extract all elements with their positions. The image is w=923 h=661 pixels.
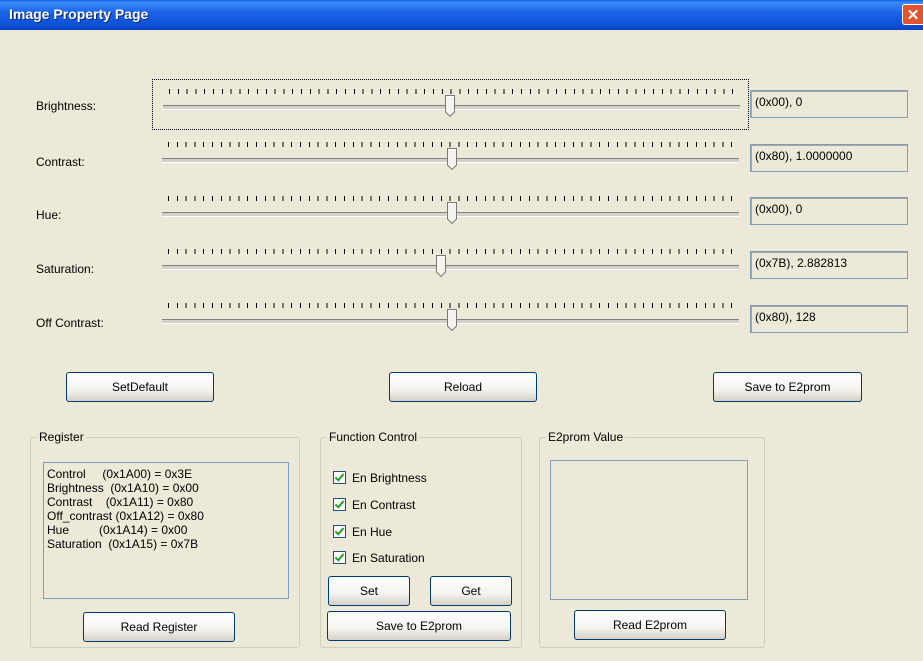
- checkbox-checked-icon: [333, 551, 346, 564]
- slider-ticks: [168, 303, 732, 308]
- slider-ticks: [168, 249, 732, 254]
- close-icon: ✕: [906, 7, 920, 24]
- save-to-e2prom-button[interactable]: Save to E2prom: [713, 372, 862, 402]
- read-register-button[interactable]: Read Register: [83, 612, 235, 642]
- hue-value: (0x00), 0: [750, 197, 908, 225]
- checkbox-checked-icon: [333, 471, 346, 484]
- checkbox-label: En Brightness: [352, 471, 427, 485]
- e2prom-value-title: E2prom Value: [546, 430, 626, 444]
- hue-label: Hue:: [36, 208, 62, 222]
- set-default-button[interactable]: SetDefault: [66, 372, 214, 402]
- register-line: Contrast (0x1A11) = 0x80: [47, 495, 194, 509]
- e2prom-value-group: E2prom Value Read E2prom: [539, 430, 765, 648]
- contrast-value: (0x80), 1.0000000: [750, 144, 908, 172]
- off-contrast-value: (0x80), 128: [750, 305, 908, 333]
- checkbox-label: En Hue: [352, 525, 393, 539]
- get-button[interactable]: Get: [430, 576, 512, 606]
- en-brightness-checkbox[interactable]: En Brightness: [333, 471, 427, 485]
- saturation-slider[interactable]: [152, 240, 749, 291]
- en-hue-checkbox[interactable]: En Hue: [333, 525, 392, 539]
- read-e2prom-button[interactable]: Read E2prom: [574, 610, 726, 640]
- brightness-slider[interactable]: [152, 79, 749, 130]
- register-line: Saturation (0x1A15) = 0x7B: [47, 537, 199, 551]
- contrast-slider[interactable]: [152, 133, 749, 184]
- slider-track: [162, 265, 739, 270]
- window-title: Image Property Page: [9, 6, 149, 22]
- off-contrast-label: Off Contrast:: [36, 316, 104, 330]
- register-group: Register Control (0x1A00) = 0x3E Brightn…: [30, 430, 300, 648]
- function-control-title: Function Control: [327, 430, 420, 444]
- en-contrast-checkbox[interactable]: En Contrast: [333, 498, 415, 512]
- close-button[interactable]: ✕: [902, 4, 923, 25]
- hue-slider[interactable]: [152, 187, 749, 238]
- slider-ticks: [168, 142, 732, 147]
- slider-thumb[interactable]: [445, 95, 455, 117]
- off-contrast-slider[interactable]: [152, 294, 749, 345]
- slider-thumb[interactable]: [447, 202, 457, 224]
- slider-thumb[interactable]: [447, 309, 457, 331]
- en-saturation-checkbox[interactable]: En Saturation: [333, 551, 425, 565]
- set-button[interactable]: Set: [328, 576, 410, 606]
- register-group-title: Register: [37, 430, 86, 444]
- contrast-label: Contrast:: [36, 155, 85, 169]
- register-line: Control (0x1A00) = 0x3E: [47, 467, 193, 481]
- checkbox-checked-icon: [333, 525, 346, 538]
- slider-ticks: [168, 196, 732, 201]
- saturation-value: (0x7B), 2.882813: [750, 251, 908, 279]
- slider-thumb[interactable]: [447, 148, 457, 170]
- slider-ticks: [169, 89, 733, 94]
- brightness-label: Brightness:: [36, 99, 97, 113]
- save-to-e2prom-small-button[interactable]: Save to E2prom: [327, 611, 511, 641]
- register-list[interactable]: Control (0x1A00) = 0x3E Brightness (0x1A…: [43, 462, 289, 599]
- e2prom-value-list[interactable]: [550, 460, 748, 600]
- register-line: Hue (0x1A14) = 0x00: [47, 523, 188, 537]
- checkbox-label: En Contrast: [352, 498, 416, 512]
- function-control-group: Function Control En Brightness En Contra…: [320, 430, 522, 648]
- slider-thumb[interactable]: [436, 255, 446, 277]
- title-bar: Image Property Page ✕: [0, 0, 923, 30]
- reload-button[interactable]: Reload: [389, 372, 537, 402]
- checkbox-checked-icon: [333, 498, 346, 511]
- register-line: Off_contrast (0x1A12) = 0x80: [47, 509, 204, 523]
- register-line: Brightness (0x1A10) = 0x00: [47, 481, 199, 495]
- saturation-label: Saturation:: [36, 262, 95, 276]
- brightness-value: (0x00), 0: [750, 90, 908, 118]
- checkbox-label: En Saturation: [352, 551, 425, 565]
